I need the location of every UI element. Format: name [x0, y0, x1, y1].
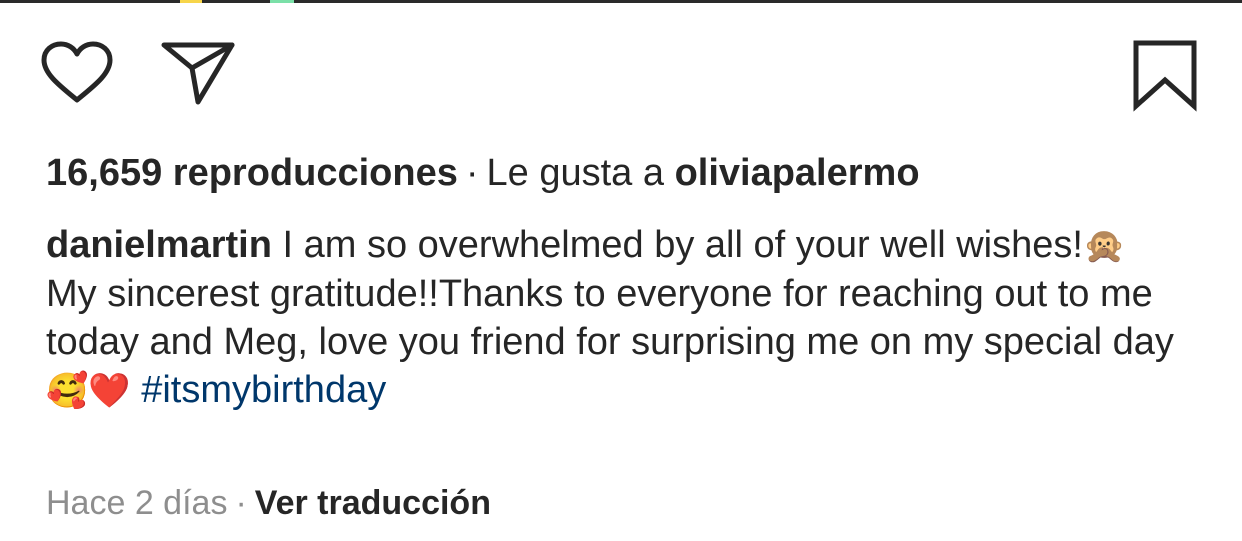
post-action-bar — [0, 0, 1242, 120]
footer-separator: · — [235, 484, 247, 522]
heart-icon[interactable] — [40, 40, 114, 106]
post-footer: Hace 2 días · Ver traducción — [46, 481, 1206, 525]
post-caption: danielmartin I am so overwhelmed by all … — [46, 221, 1206, 415]
caption-paragraph-1: danielmartin I am so overwhelmed by all … — [46, 221, 1206, 270]
caption-username[interactable]: danielmartin — [46, 224, 272, 266]
see-translation-link[interactable]: Ver traducción — [255, 484, 491, 522]
smiling-hearts-and-red-heart-emoji-icon: 🥰❤️ — [46, 372, 131, 410]
post-stats: 16,659 reproducciones · Le gusta a oliviap… — [46, 149, 1206, 197]
paper-plane-icon[interactable] — [160, 40, 236, 106]
liked-by-prefix: Le gusta a — [486, 152, 664, 194]
stats-separator: · — [465, 152, 479, 194]
caption-paragraph-2: My sincerest gratitude!!Thanks to everyo… — [46, 270, 1206, 415]
caption-text-1: I am so overwhelmed by all of your well … — [282, 224, 1083, 266]
caption-hashtag[interactable]: #itsmybirthday — [141, 369, 386, 411]
post-timestamp: Hace 2 días — [46, 484, 228, 522]
monkey-emoji-icon: 🙊 — [1082, 227, 1126, 265]
bookmark-icon[interactable] — [1130, 38, 1200, 112]
liked-by-username[interactable]: oliviapalermo — [675, 152, 920, 194]
view-count[interactable]: 16,659 reproducciones — [46, 152, 458, 194]
caption-text-2: My sincerest gratitude!!Thanks to everyo… — [46, 273, 1174, 363]
